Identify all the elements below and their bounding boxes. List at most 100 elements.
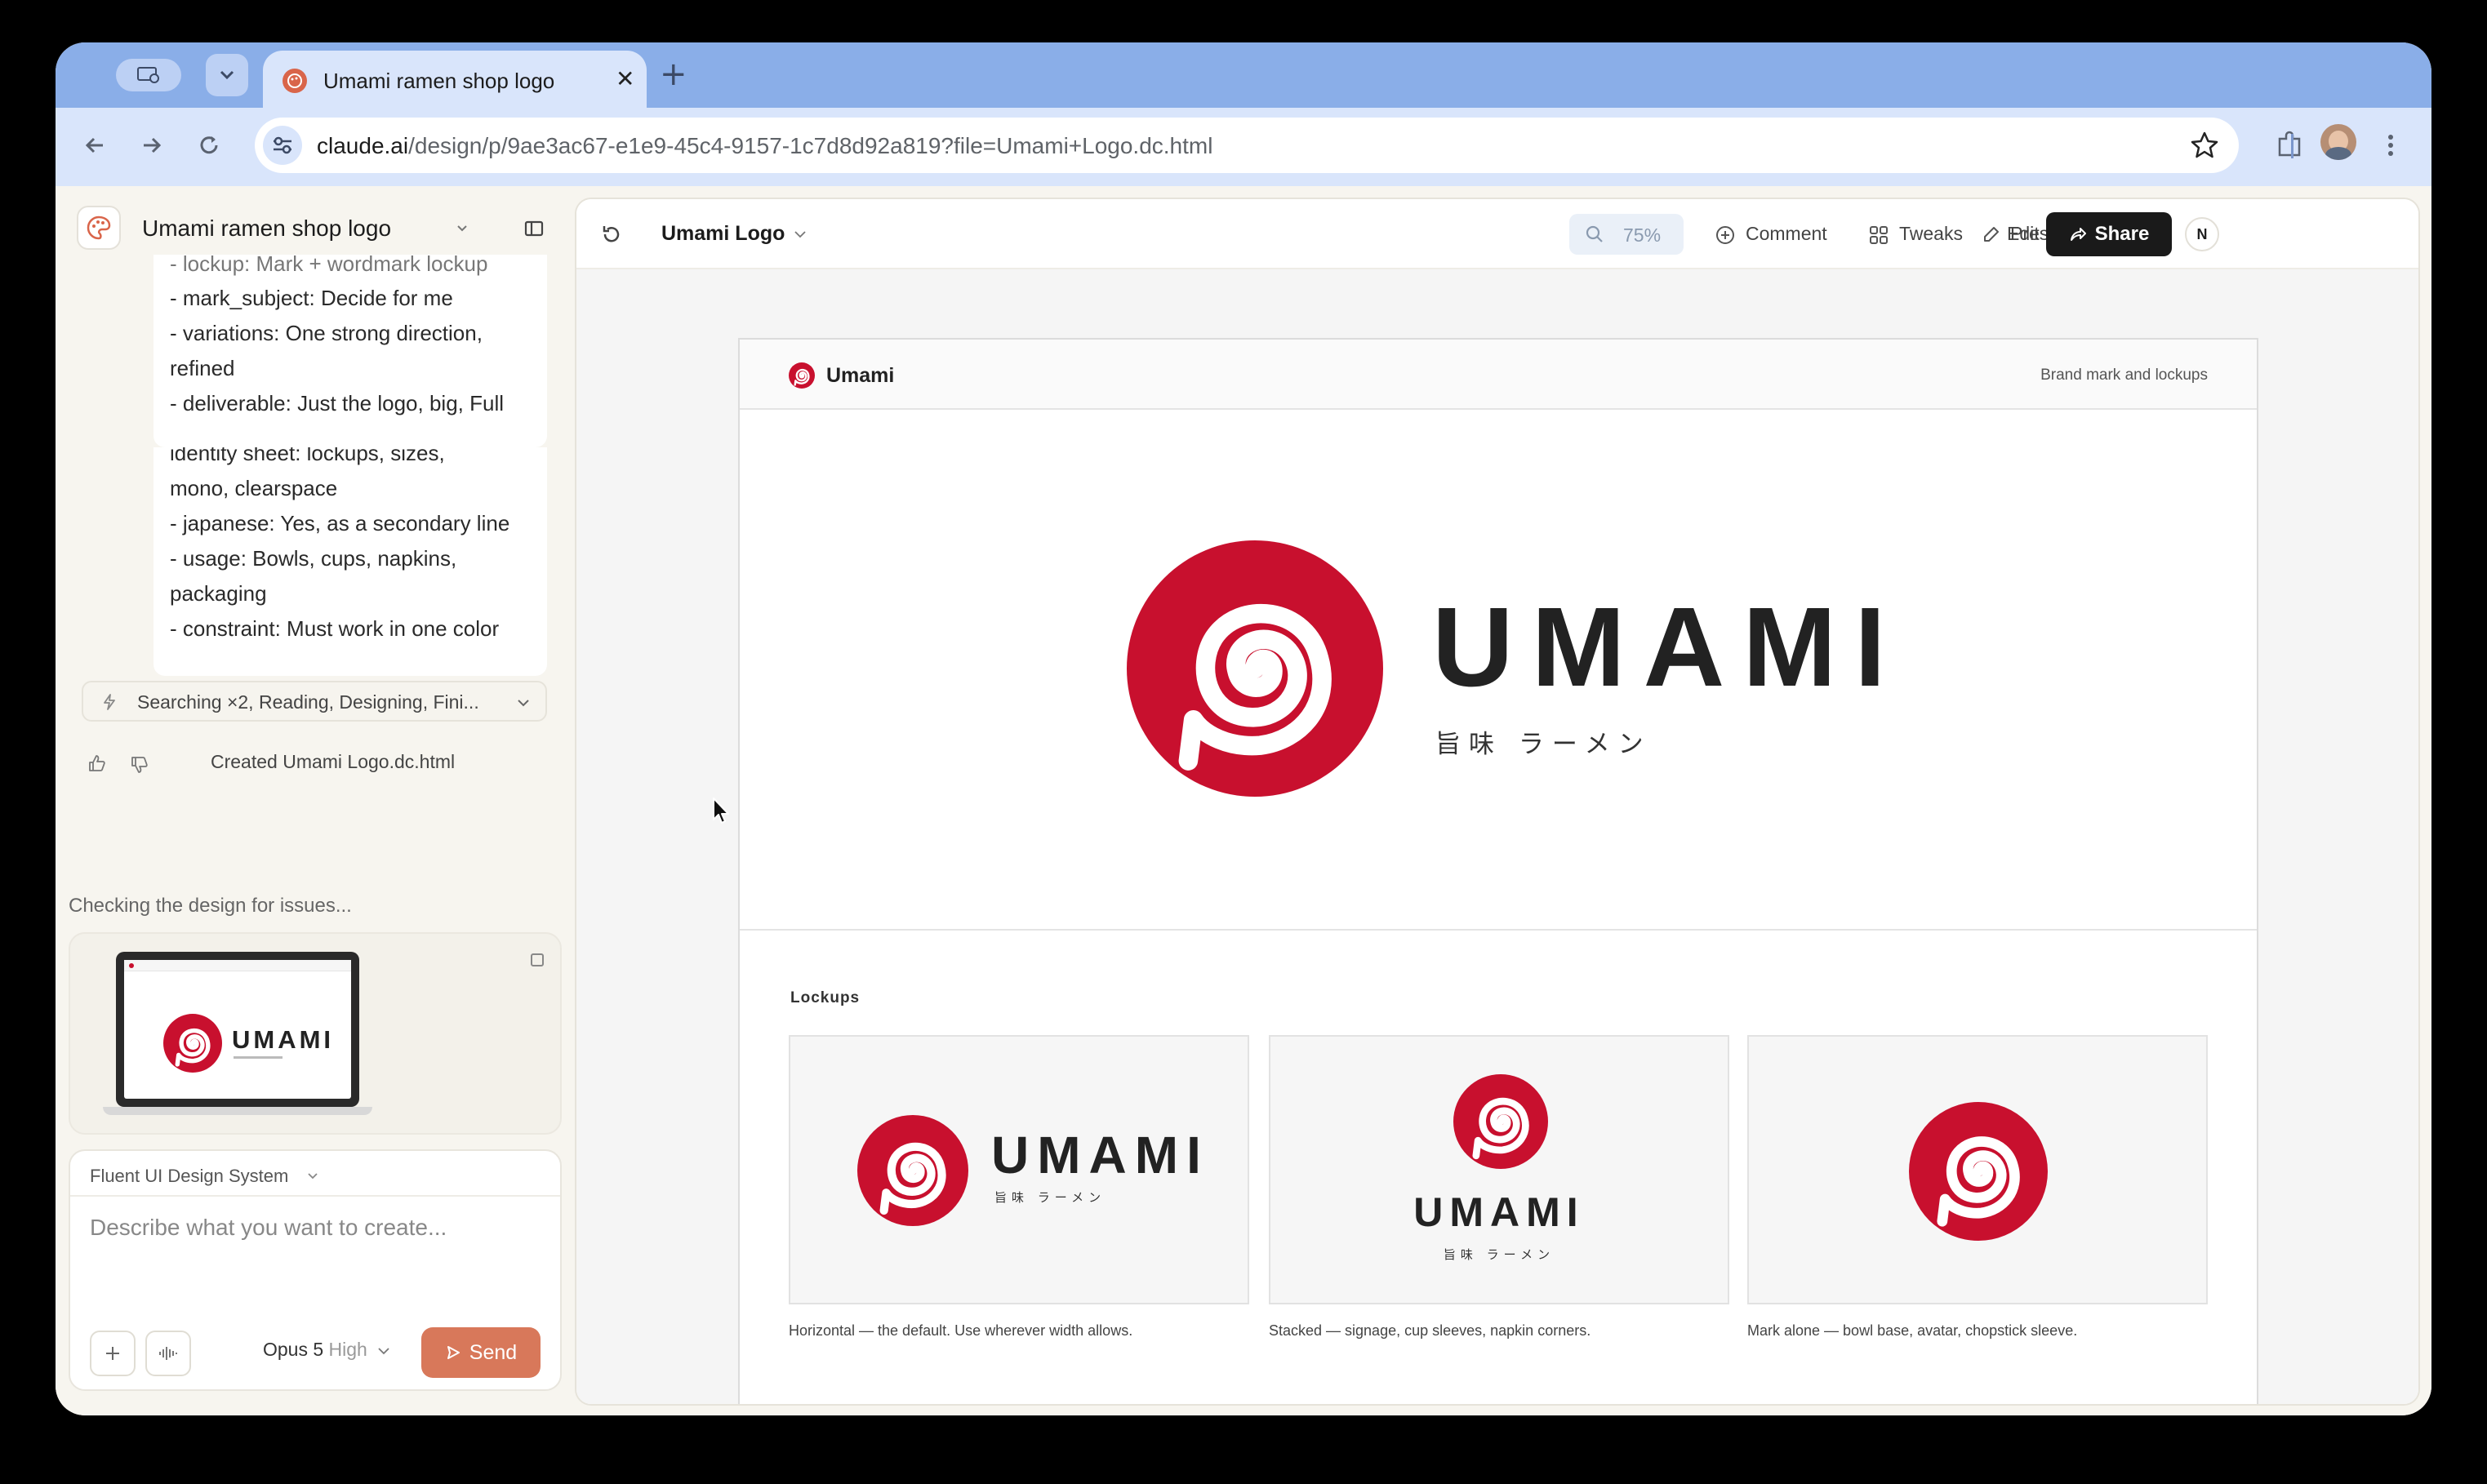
comment-button[interactable]: Comment [1715,212,1837,256]
checking-status: Checking the design for issues... [69,895,352,917]
design-system-selector[interactable]: Fluent UI Design System [70,1151,364,1195]
created-row: Created Umami Logo.dc.html [87,749,544,779]
new-tab-icon[interactable]: + [660,56,687,93]
prompt-box: Fluent UI Design System Describe what yo… [69,1149,562,1391]
lockup-caption: Stacked — signage, cup sleeves, napkin c… [1269,1322,1591,1339]
lockup-horizontal: UMAMI 旨味 ラーメン [789,1035,1249,1304]
prompt-input[interactable]: Describe what you want to create... [70,1197,560,1311]
pencil-icon [1984,227,1999,242]
tab-list-button[interactable] [206,54,248,96]
identity-sheet: Umami Brand mark and lockups UMAMI 旨味 ラー… [738,338,2258,1404]
browser-toolbar: claude.ai/design/p/9ae3ac67-e1e9-45c4-91… [56,108,2431,186]
share-icon [2070,228,2086,241]
activity-text: Searching ×2, Reading, Designing, Fini..… [137,691,479,713]
message-line: identity sheet: lockups, sizes, [170,447,445,465]
thumbs-up-icon[interactable] [87,753,108,774]
app-body: Umami ramen shop logo - lockup: Mark + w… [56,186,2431,1415]
brand-mark-small [789,362,815,389]
forward-icon[interactable] [139,132,165,158]
tweaks-button[interactable]: Tweaks [1868,212,1974,256]
send-icon [447,1346,460,1359]
chevron-down-icon [518,700,529,707]
user-message-cont: identity sheet: lockups, sizes, mono, cl… [153,447,547,676]
message-line: - lockup: Mark + wordmark lockup [170,255,488,276]
brand-mark [857,1115,968,1226]
tab-group-button[interactable] [116,59,181,91]
send-button[interactable]: Send [421,1327,541,1378]
comment-icon [1716,226,1734,244]
project-header[interactable]: Umami ramen shop logo [77,202,595,255]
brand-mark [1453,1074,1548,1169]
lockup-stacked: UMAMI 旨味 ラーメン [1269,1035,1729,1304]
zoom-control[interactable]: 75% [1569,214,1684,255]
history-icon[interactable] [599,222,624,247]
tab-strip: Umami ramen shop logo ✕ + [56,42,2431,108]
japanese-line: 旨味 ラーメン [994,1190,1106,1205]
document-title[interactable]: Umami Logo [661,222,785,246]
chevron-down-icon[interactable] [794,230,807,238]
preview-mark [163,1014,222,1073]
back-icon[interactable] [82,132,108,158]
tab-title: Umami ramen shop logo [323,69,555,93]
tab-search-icon [137,67,159,83]
lockups-heading: Lockups [790,989,861,1006]
activity-summary[interactable]: Searching ×2, Reading, Designing, Fini..… [82,681,547,722]
extensions-icon[interactable] [2273,129,2306,162]
add-attachment-button[interactable] [90,1331,136,1376]
sheet-header: Umami Brand mark and lockups [740,340,2257,410]
brand-name: Umami [826,364,895,387]
close-icon[interactable]: ✕ [616,65,634,92]
wordmark-large: UMAMI [1432,584,1904,710]
hero-lockup: UMAMI 旨味 ラーメン [740,411,2257,931]
chat-sidebar: Umami ramen shop logo - lockup: Mark + w… [56,186,595,1415]
design-canvas[interactable]: Umami Brand mark and lockups UMAMI 旨味 ラー… [576,269,2418,1404]
project-name: Umami ramen shop logo [142,215,392,241]
message-line: - mark_subject: Decide for me [170,286,453,310]
tweaks-icon [1870,226,1888,244]
url-text[interactable]: claude.ai/design/p/9ae3ac67-e1e9-45c4-91… [317,133,1212,159]
chevron-down-icon [220,70,234,80]
more-menu-icon[interactable] [2386,129,2396,162]
wordmark: UMAMI [1413,1189,1585,1235]
user-message: - lockup: Mark + wordmark lockup - mark_… [153,255,547,447]
created-file-text[interactable]: Created Umami Logo.dc.html [211,751,455,773]
zoom-value: 75% [1623,224,1662,246]
wordmark: UMAMI [991,1126,1209,1184]
browser-window: Umami ramen shop logo ✕ + claude.ai/desi… [56,42,2431,1415]
share-button[interactable]: Share [2046,212,2172,256]
voice-button[interactable] [145,1331,191,1376]
edit-wrap[interactable]: Edit [1982,212,2048,256]
tab-active[interactable]: Umami ramen shop logo ✕ [263,51,647,108]
profile-avatar[interactable] [2320,124,2356,160]
design-system-label: Fluent UI Design System [90,1166,289,1186]
address-bar[interactable]: claude.ai/design/p/9ae3ac67-e1e9-45c4-91… [255,118,2239,173]
search-icon [1586,225,1603,242]
editor-header: Umami Logo 75% Comment Tweaks Present Ed… [576,199,2418,269]
chevron-down-icon [378,1348,389,1355]
preview-wordmark: UMAMI [232,1025,335,1054]
chevron-down-icon[interactable] [456,224,469,233]
message-line: - constraint: Must work in one color [170,616,500,641]
model-selector[interactable]: Opus 5 High [263,1339,390,1361]
site-settings-icon[interactable] [263,126,302,165]
design-editor: Umami Logo 75% Comment Tweaks Present Ed… [575,198,2420,1406]
message-line: refined [170,356,235,380]
mouse-cursor-icon [713,798,729,824]
sidebar-toggle-icon[interactable] [523,217,545,240]
sheet-tagline: Brand mark and lockups [2040,367,2208,384]
brand-mark [1909,1102,2048,1241]
laptop-preview: UMAMI [103,952,372,1115]
lockup-caption: Mark alone — bowl base, avatar, chopstic… [1747,1322,2078,1339]
thumbs-down-icon[interactable] [129,754,150,775]
plus-icon [106,1347,119,1360]
palette-icon [283,69,307,93]
user-avatar[interactable]: N [2185,217,2219,251]
toolbar-divider [2291,134,2293,158]
bookmark-star-icon[interactable] [2188,129,2221,162]
message-line: - usage: Bowls, cups, napkins, [170,546,457,571]
stop-icon[interactable] [531,953,544,966]
japanese-line: 旨味 ラーメン [1443,1247,1555,1262]
reload-icon[interactable] [196,132,222,158]
design-preview-card[interactable]: UMAMI [69,932,562,1135]
message-line: - japanese: Yes, as a secondary line [170,511,510,535]
